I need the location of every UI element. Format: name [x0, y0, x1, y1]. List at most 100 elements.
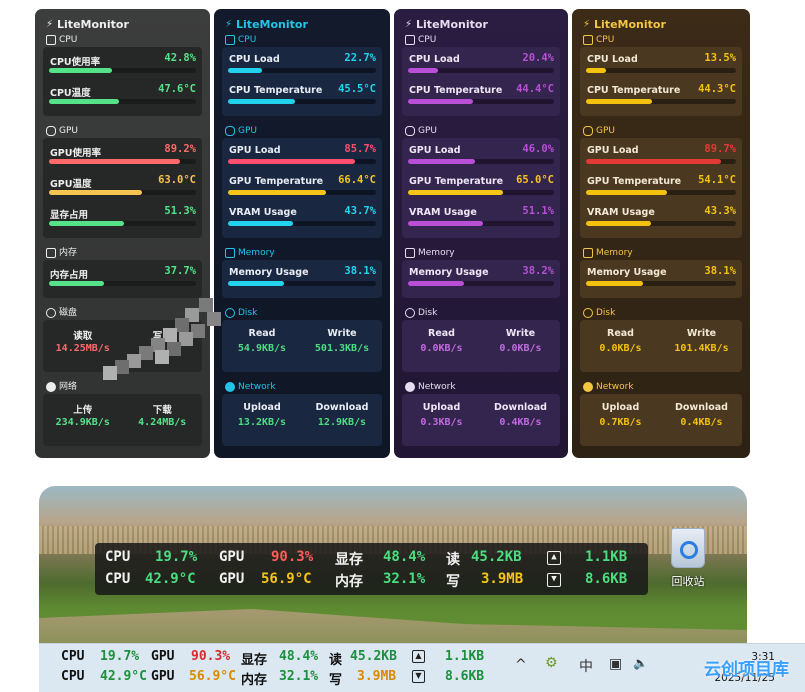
metric-value: 20.4%	[522, 52, 554, 64]
stat-label: Upload	[601, 402, 640, 413]
taskbar-vram: 48.4%	[279, 649, 319, 664]
section-header-cpu: CPU	[583, 33, 742, 47]
stat-value: 4.24MB/s	[138, 417, 187, 428]
progress-fill	[49, 190, 142, 195]
disk-icon	[583, 308, 593, 318]
overlay-gpu-load: 90.3%	[271, 549, 314, 565]
progress-track	[408, 68, 554, 73]
recycle-bin[interactable]: 回收站	[668, 528, 708, 589]
metric-value: 13.5%	[704, 52, 736, 64]
metric-label: Memory Usage	[587, 267, 667, 278]
metric-row: CPU Temperature 44.4°C	[408, 83, 554, 114]
panel-title: ⚡ LiteMonitor	[405, 17, 560, 33]
progress-fill	[49, 99, 119, 104]
metric-row: VRAM Usage 43.7%	[228, 205, 376, 236]
memory-card: 内存占用 37.7%	[43, 260, 202, 298]
gpu-card: GPU Load 46.0% GPU Temperature 65.0°C VRAM U…	[402, 138, 560, 238]
metric-row: GPU使用率 89.2%	[49, 143, 196, 174]
recycle-bin-label: 回收站	[671, 575, 705, 588]
progress-track	[586, 68, 736, 73]
disk-icon	[46, 308, 56, 318]
section-label: Disk	[418, 308, 438, 318]
volume-icon[interactable]: 🔈	[633, 656, 648, 670]
chevron-up-icon[interactable]: ^	[515, 657, 527, 673]
metric-value: 65.0°C	[516, 174, 554, 186]
metric-value: 37.7%	[164, 265, 196, 277]
memory-icon	[46, 248, 56, 258]
metric-label: GPU Temperature	[409, 176, 504, 187]
app-tray-icon[interactable]: ⚙	[545, 655, 558, 671]
memory-card: Memory Usage 38.1%	[580, 260, 742, 298]
monitor-panel[interactable]: ⚡ LiteMonitor CPU CPU使用率 42.8% CPU温度 47.6°C GPU…	[35, 9, 210, 458]
metric-value: 44.4°C	[516, 83, 554, 95]
overlay-download: 8.6KB	[585, 571, 628, 587]
metric-value: 43.7%	[344, 205, 376, 217]
metric-row: CPU温度 47.6°C	[49, 83, 196, 114]
metric-label: VRAM Usage	[229, 207, 297, 218]
metric-label: CPU Temperature	[229, 85, 323, 96]
metric-row: GPU温度 63.0°C	[49, 174, 196, 205]
progress-fill	[408, 190, 503, 195]
progress-fill	[586, 99, 653, 104]
taskbar-write: 3.9MB	[357, 669, 397, 684]
disk-card: 读取 14.25MB/s 写入	[43, 320, 202, 372]
metric-row: GPU Load 85.7%	[228, 143, 376, 174]
ime-indicator[interactable]: 中	[579, 656, 593, 676]
progress-fill	[586, 221, 651, 226]
gpu-card: GPU使用率 89.2% GPU温度 63.0°C 显存占用 51.3%	[43, 138, 202, 238]
metric-label: CPU Load	[229, 54, 280, 65]
cpu-card: CPU Load 13.5% CPU Temperature 44.3°C	[580, 47, 742, 116]
progress-fill	[408, 68, 438, 73]
progress-fill	[408, 159, 476, 164]
stat-label: Read	[428, 328, 455, 339]
monitor-panel[interactable]: ⚡ LiteMonitor CPU CPU Load 22.7% CPU Temperat…	[214, 9, 390, 458]
recycle-bin-icon	[671, 528, 705, 568]
overlay-upload: 1.1KB	[585, 549, 628, 565]
memory-icon	[405, 248, 415, 258]
progress-fill	[49, 68, 112, 73]
metric-row: 显存占用 51.3%	[49, 205, 196, 236]
network-stat: Download 0.4KB/s	[661, 402, 742, 428]
progress-fill	[586, 68, 607, 73]
taskbar-cpu-temp-label: CPU	[61, 669, 85, 684]
metric-row: VRAM Usage 43.3%	[586, 205, 736, 236]
monitor-panel[interactable]: ⚡ LiteMonitor CPU CPU Load 13.5% CPU Temperat…	[572, 9, 750, 458]
stat-value: 0.7KB/s	[599, 417, 642, 428]
overlay-cpu-load: 19.7%	[155, 549, 198, 565]
taskbar-gpu-label: GPU	[151, 649, 175, 664]
network-icon[interactable]: ▣	[609, 656, 622, 672]
metric-value: 47.6°C	[158, 83, 196, 95]
memory-icon	[583, 248, 593, 258]
network-stat: Download 0.4KB/s	[481, 402, 560, 428]
taskbar-download-icon: ▼	[412, 670, 425, 683]
metric-label: GPU使用率	[50, 148, 101, 159]
disk-stat: Read 54.9KB/s	[222, 328, 302, 354]
progress-track	[586, 159, 736, 164]
app-title: LiteMonitor	[57, 18, 129, 31]
section-header-disk: Disk	[583, 306, 742, 320]
network-icon	[225, 382, 235, 392]
monitor-panel[interactable]: ⚡ LiteMonitor CPU CPU Load 20.4% CPU Temperat…	[394, 9, 568, 458]
network-stat: Upload 0.3KB/s	[402, 402, 481, 428]
network-stat: 下载 4.24MB/s	[123, 402, 203, 428]
section-header-memory: Memory	[405, 246, 560, 260]
panel-title: ⚡ LiteMonitor	[46, 17, 202, 33]
stat-label: Write	[505, 328, 536, 339]
disk-icon	[225, 308, 235, 318]
overlay-mem: 32.1%	[383, 571, 426, 587]
metric-label: 显存占用	[50, 210, 89, 221]
floating-monitor-bar[interactable]: CPU 19.7% GPU 90.3% 显存 48.4% 读 45.2KB ▲ …	[95, 543, 648, 595]
disk-stat: Write 0.0KB/s	[481, 328, 560, 354]
taskbar-gpu-temp-label: GPU	[151, 669, 175, 684]
metric-label: CPU温度	[50, 88, 91, 99]
memory-icon	[225, 248, 235, 258]
cpu-icon	[225, 35, 235, 45]
section-header-gpu: GPU	[46, 124, 202, 138]
metric-value: 38.1%	[704, 265, 736, 277]
stat-value: 234.9KB/s	[55, 417, 110, 428]
bolt-icon: ⚡	[583, 19, 591, 30]
stat-label: Download	[494, 402, 547, 413]
metric-row: CPU Temperature 45.5°C	[228, 83, 376, 114]
app-title: LiteMonitor	[594, 18, 666, 31]
progress-track	[228, 159, 376, 164]
